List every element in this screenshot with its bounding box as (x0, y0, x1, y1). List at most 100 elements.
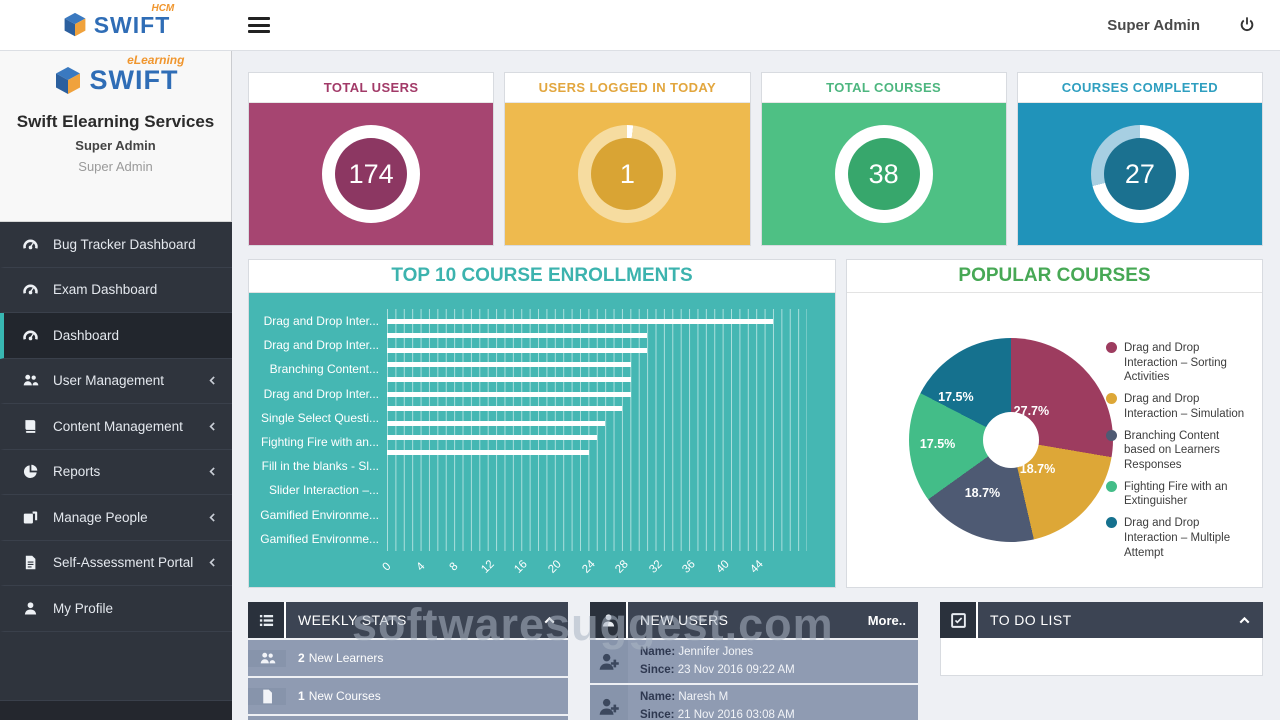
sidebar-item[interactable]: Self-Assessment Portal (0, 541, 232, 586)
pie-slice-percent-label: 17.5% (938, 390, 974, 405)
new-users-panel: NEW USERS More.. Name: Jennifer Jones Si… (590, 602, 918, 720)
sidebar-item-label: User Management (53, 373, 165, 389)
legend-item[interactable]: Drag and Drop Interaction – Sorting Acti… (1106, 341, 1252, 385)
sidebar-item[interactable]: My Profile (0, 586, 232, 632)
bar (387, 449, 589, 455)
todo-list-panel: TO DO LIST (940, 602, 1263, 720)
chevron-left-icon (207, 375, 218, 386)
stat-card-value: 1 (619, 158, 635, 189)
stat-count: 1 (298, 689, 305, 703)
list-icon (258, 612, 275, 629)
bar (387, 362, 631, 368)
sidebar-item[interactable]: Exam Dashboard (0, 268, 232, 313)
chevron-left-icon (207, 466, 218, 477)
popular-courses-panel: POPULAR COURSES 27.7% 18.7% 18.7% 17.5% (846, 259, 1263, 588)
user-name: Naresh M (678, 691, 729, 703)
pie-chart-title: POPULAR COURSES (847, 260, 1262, 293)
hamburger-menu-icon[interactable] (248, 17, 270, 33)
stat-card-title: TOTAL COURSES (761, 73, 1006, 103)
bar-category-label: Fighting Fire with an... (260, 434, 379, 449)
user-plus-icon (598, 696, 620, 718)
stat-cards-row: TOTAL USERS 174 USERS LOGGED IN TODAY 1 … (248, 72, 1263, 246)
power-icon[interactable] (1238, 16, 1256, 34)
sidebar-profile-panel: SWIFT eLearning Swift Elearning Services… (0, 51, 232, 222)
brand-name: SWIFT (89, 65, 179, 95)
role-label: Super Admin (75, 138, 156, 153)
sidebar-item-label: Reports (53, 464, 101, 480)
sidebar-item[interactable]: Bug Tracker Dashboard (0, 222, 232, 268)
brand-sup: eLearning (127, 53, 185, 67)
legend-label: Drag and Drop Interaction – Sorting Acti… (1124, 342, 1227, 384)
bar-chart-category-axis: Drag and Drop Inter... Drag and Drop Inte… (259, 309, 387, 551)
bar-category-label: Branching Content... (269, 362, 379, 377)
since-label: Since: (640, 663, 675, 676)
sidebar-item-label: Content Management (53, 418, 183, 434)
x-tick-label: 36 (680, 558, 699, 576)
sidebar-item[interactable]: Manage People (0, 495, 232, 541)
weekly-stats-row: 1 New Courses (248, 678, 568, 714)
x-tick-label: 8 (447, 560, 461, 574)
legend-item[interactable]: Branching Content based on Learners Resp… (1106, 429, 1252, 473)
x-tick-label: 0 (380, 560, 394, 574)
check-square-icon (950, 612, 967, 629)
sidebar-item-label: My Profile (53, 600, 114, 616)
users-icon (259, 650, 276, 667)
pie-slice-percent-label: 17.5% (919, 437, 956, 452)
stat-card-title: TOTAL USERS (249, 73, 494, 103)
weekly-stats-row (248, 716, 568, 720)
brand-sup: HCM (151, 2, 175, 14)
user-name: Jennifer Jones (678, 646, 754, 658)
user-icon (600, 612, 617, 629)
chevron-up-icon[interactable] (543, 614, 556, 627)
doc-icon (22, 554, 39, 571)
legend-dot (1106, 429, 1117, 441)
legend-dot (1106, 480, 1117, 492)
legend-label: Branching Content based on Learners Resp… (1124, 429, 1220, 472)
bar-category-label: Single Select Questi... (260, 410, 379, 425)
since-value: 21 Nov 2016 03:08 AM (677, 708, 795, 720)
stat-card-value: 27 (1124, 158, 1155, 189)
bar (387, 376, 631, 382)
chevron-left-icon (207, 512, 218, 523)
bar-category-label: Gamified Environme... (260, 507, 379, 522)
sidebar: SWIFT eLearning Swift Elearning Services… (0, 51, 232, 720)
more-link[interactable]: More.. (868, 613, 906, 628)
chevron-left-icon (207, 421, 218, 432)
bar-category-label: Fill in the blanks - Sl... (261, 459, 379, 474)
sidebar-item[interactable]: Reports (0, 450, 232, 495)
people-icon (22, 509, 39, 526)
elearning-logo: SWIFT eLearning (0, 53, 231, 96)
pie-icon (22, 463, 39, 480)
sidebar-item[interactable]: Dashboard (0, 313, 232, 359)
gauge-icon (22, 236, 39, 253)
x-tick-label: 20 (546, 558, 564, 576)
legend-item[interactable]: Drag and Drop Interaction – Simulation (1106, 392, 1252, 421)
legend-dot (1106, 342, 1117, 353)
x-tick-label: 4 (414, 560, 428, 574)
sidebar-item[interactable]: Content Management (0, 404, 232, 450)
sidebar-item[interactable]: User Management (0, 359, 232, 404)
legend-item[interactable]: Fighting Fire with an Extinguisher (1106, 480, 1252, 509)
topbar-user-label[interactable]: Super Admin (1107, 17, 1200, 34)
bar (387, 435, 597, 441)
since-label: Since: (640, 708, 675, 720)
donut-ring: 174 (322, 125, 421, 223)
pie-legend: Drag and Drop Interaction – Sorting Acti… (1106, 341, 1252, 560)
stat-card-title: USERS LOGGED IN TODAY (505, 73, 750, 103)
weekly-stats-title: WEEKLY STATS (298, 612, 407, 628)
legend-item[interactable]: Drag and Drop Interaction – Multiple Att… (1106, 516, 1252, 560)
org-name: Swift Elearning Services (16, 112, 215, 131)
logo-cube-icon (53, 66, 83, 96)
sidebar-item-label: Exam Dashboard (53, 282, 158, 298)
new-user-row: Name: Naresh M Since: 21 Nov 2016 03:08 … (590, 685, 918, 720)
legend-dot (1106, 517, 1117, 529)
bar-chart-title: TOP 10 COURSE ENROLLMENTS (249, 260, 835, 293)
chevron-up-icon[interactable] (1238, 614, 1251, 627)
bar (387, 347, 648, 353)
weekly-stats-panel: WEEKLY STATS 2 New Learners 1 New Course… (248, 602, 568, 720)
stat-card-value: 38 (868, 158, 899, 189)
sidebar-item-label: Dashboard (53, 327, 120, 343)
bar (387, 406, 623, 412)
pie-hole (983, 412, 1039, 468)
topbar-right: Super Admin (1107, 16, 1280, 34)
